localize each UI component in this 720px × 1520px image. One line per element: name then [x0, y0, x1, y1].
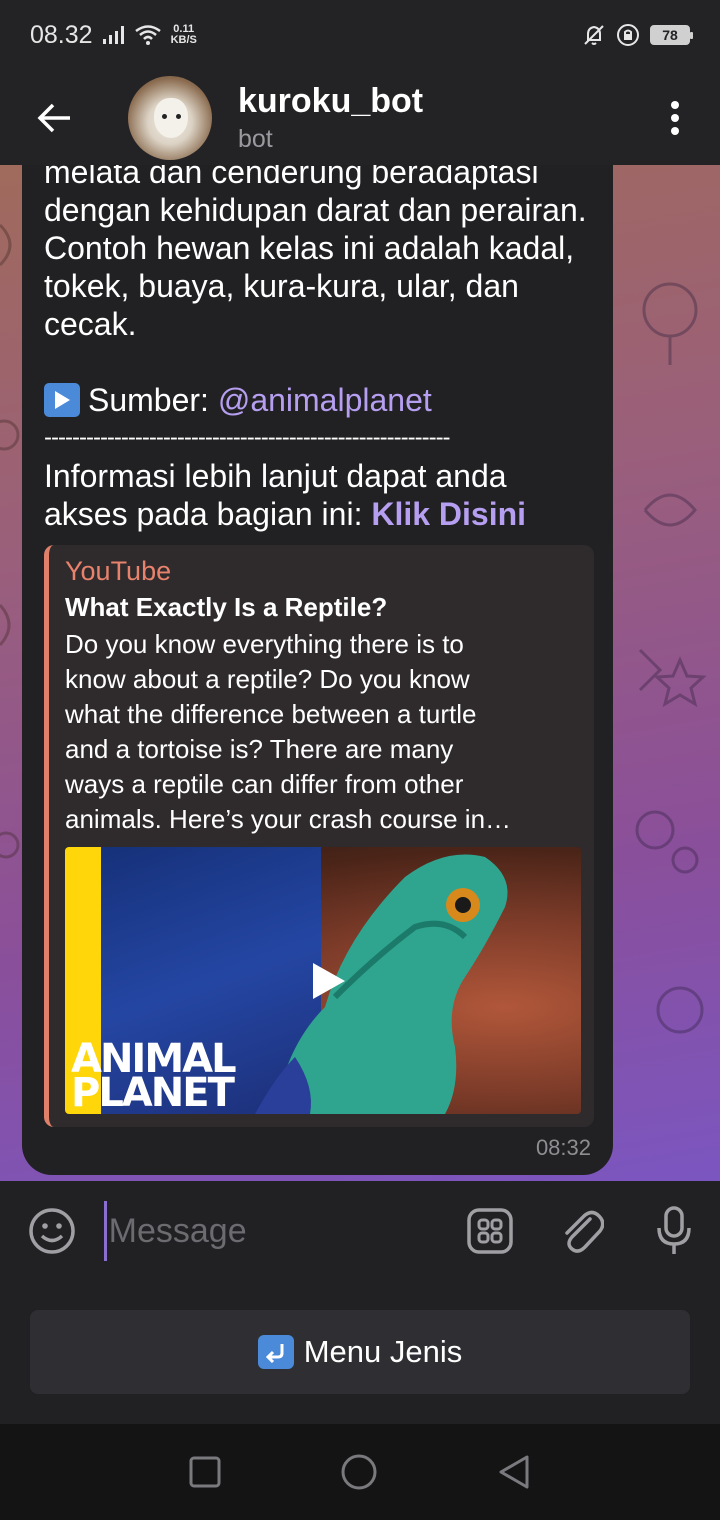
system-nav-bar [0, 1424, 720, 1520]
chat-title: kuroku_bot [238, 81, 424, 120]
grid-keyboard-icon [466, 1208, 513, 1254]
chat-subtitle: bot [238, 124, 273, 153]
voice-message-button[interactable] [628, 1181, 720, 1281]
status-right: 78 [582, 23, 693, 47]
chat-area[interactable]: melata dan cenderung beradaptasi dengan … [0, 165, 720, 1181]
background-doodles-icon [635, 282, 707, 1034]
lizard-image [255, 854, 508, 1114]
message-bubble[interactable]: melata dan cenderung beradaptasi dengan … [22, 165, 613, 1175]
source-label: Sumber: [88, 382, 209, 418]
network-speed-unit: KB/S [170, 34, 197, 46]
preview-site-name: YouTube [65, 556, 172, 586]
attach-button[interactable] [536, 1181, 628, 1281]
emoji-button[interactable] [0, 1181, 104, 1281]
smiley-icon [29, 1208, 75, 1254]
avatar-eye-right [176, 113, 181, 119]
paperclip-icon [565, 1210, 604, 1253]
message-input[interactable]: Message [103, 1201, 444, 1261]
bot-keyboard: Menu Jenis [0, 1281, 720, 1424]
return-arrow-icon [257, 1335, 294, 1369]
play-emoji-icon [44, 383, 80, 417]
bell-muted-icon [584, 25, 604, 45]
message-body: melata dan cenderung beradaptasi dengan … [44, 165, 587, 342]
status-time: 08.32 [30, 20, 93, 49]
avatar-dog-face [154, 97, 188, 138]
home-button[interactable] [340, 1453, 378, 1491]
back-nav-button[interactable] [497, 1454, 531, 1490]
more-vertical-icon [671, 100, 679, 135]
logo-line-2: PLANET [71, 1070, 235, 1114]
avatar[interactable] [128, 75, 212, 160]
source-line: Sumber: @animalplanet [44, 381, 591, 419]
play-icon[interactable] [305, 959, 349, 1003]
header-text[interactable]: kuroku_bot bot [238, 82, 423, 154]
more-menu-button[interactable] [630, 70, 720, 165]
status-left: 08.32 0.11 KB/S [30, 21, 197, 50]
microphone-icon [657, 1206, 691, 1254]
preview-title: What Exactly Is a Reptile? [65, 592, 388, 622]
back-button[interactable] [0, 70, 110, 165]
arrow-left-icon [37, 103, 70, 132]
info-line: Informasi lebih lanjut dapat anda akses … [44, 457, 591, 533]
battery-indicator: 78 [650, 25, 693, 45]
link-preview[interactable]: YouTube What Exactly Is a Reptile? Do yo… [44, 545, 594, 1127]
avatar-eye-left [162, 113, 167, 119]
status-bar: 08.32 0.11 KB/S 78 [0, 0, 720, 70]
animal-planet-logo: ANIMAL PLANET [71, 1039, 237, 1114]
chat-header: kuroku_bot bot [0, 70, 720, 165]
message-time: 08:32 [535, 1135, 591, 1160]
bot-commands-button[interactable] [444, 1181, 536, 1281]
text-divider: ----------------------------------------… [44, 424, 451, 451]
preview-description: Do you know everything there is to know … [65, 629, 512, 834]
background-doodles-left-icon [0, 223, 20, 859]
video-thumbnail[interactable]: ANIMAL PLANET [65, 847, 581, 1114]
source-handle-link[interactable]: @animalplanet [218, 381, 432, 419]
menu-jenis-button[interactable]: Menu Jenis [30, 1310, 690, 1394]
signal-icon [102, 26, 124, 44]
message-input-bar: Message [0, 1181, 720, 1281]
menu-jenis-label: Menu Jenis [303, 1334, 463, 1369]
recent-apps-button[interactable] [189, 1456, 221, 1488]
network-speed: 0.11 KB/S [171, 24, 197, 46]
info-link[interactable]: Klik Disini [371, 496, 526, 532]
lock-rotation-icon [617, 24, 639, 46]
wifi-icon [134, 25, 161, 45]
